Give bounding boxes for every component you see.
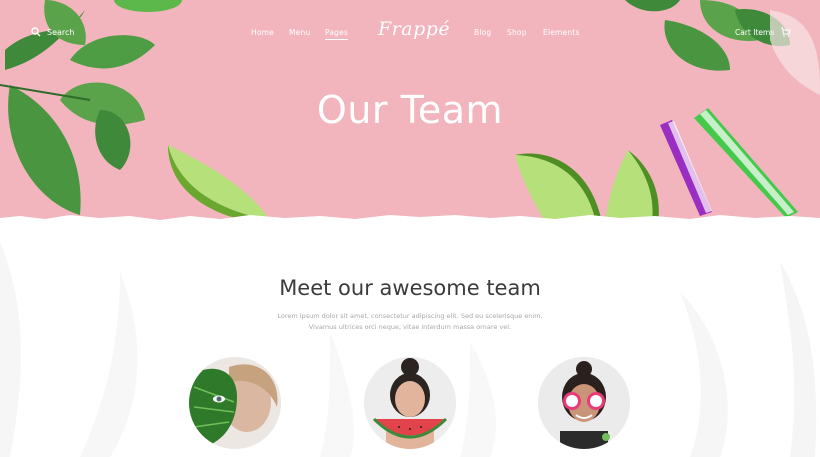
cart-button[interactable]: Cart Items <box>735 27 791 37</box>
page-title: Our Team <box>316 88 504 132</box>
search-button[interactable]: Search <box>31 27 74 37</box>
search-label: Search <box>47 27 75 37</box>
logo[interactable]: Frappé <box>378 18 450 40</box>
description-line-1: Lorem ipsum dolor sit amet, consectetur … <box>277 312 543 320</box>
section-title: Meet our awesome team <box>279 276 541 300</box>
hero-banner: Search Home Menu Pages Frappé Blog Shop … <box>0 0 820 228</box>
section-description: Lorem ipsum dolor sit amet, consectetur … <box>260 311 560 333</box>
cart-icon <box>781 27 791 37</box>
nav-item-elements[interactable]: Elements <box>543 28 580 37</box>
cart-label: Cart Items <box>735 27 775 37</box>
team-member-photo-1[interactable] <box>189 357 281 449</box>
torn-paper-edge <box>0 215 820 234</box>
team-member-photo-2[interactable] <box>364 357 456 449</box>
team-member-image <box>538 357 630 449</box>
search-icon <box>31 27 41 37</box>
nav-item-blog[interactable]: Blog <box>474 28 491 37</box>
nav-item-menu[interactable]: Menu <box>289 28 310 37</box>
nav-item-shop[interactable]: Shop <box>507 28 527 37</box>
description-line-2: Vivamus ultrices orci neque, vitae inter… <box>308 323 512 331</box>
team-member-photo-3[interactable] <box>538 357 630 449</box>
nav-item-home[interactable]: Home <box>251 28 274 37</box>
top-navigation: Search Home Menu Pages Frappé Blog Shop … <box>0 0 820 62</box>
nav-item-pages[interactable]: Pages <box>325 28 349 40</box>
team-member-image <box>364 357 456 449</box>
team-member-image <box>189 357 281 449</box>
